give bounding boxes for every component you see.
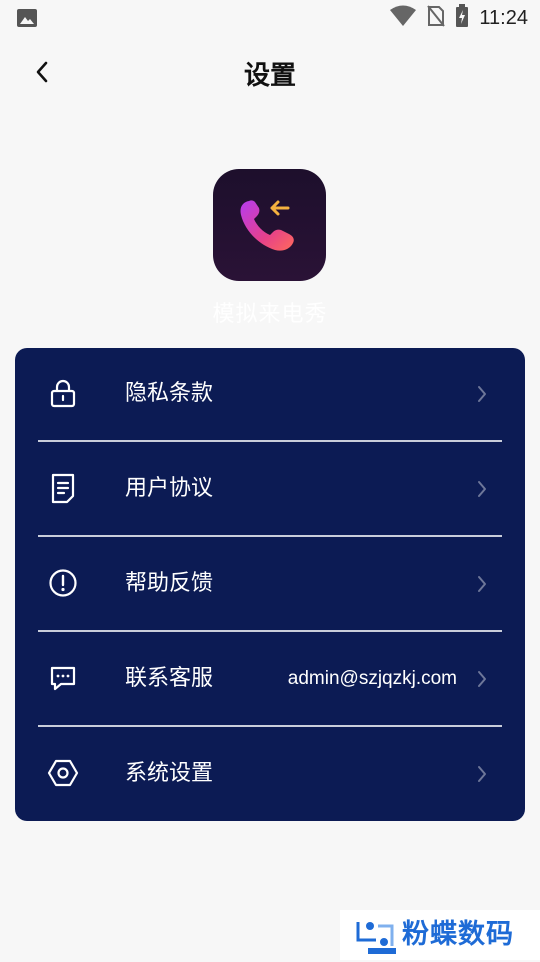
- chevron-right-icon: [475, 384, 489, 404]
- chevron-right-icon: [475, 669, 489, 689]
- chevron-right-icon: [475, 479, 489, 499]
- app-logo: [213, 169, 326, 281]
- divider: [38, 440, 502, 442]
- page-title: 设置: [243, 61, 296, 91]
- menu-item-label: 联系客服: [125, 666, 214, 691]
- settings-menu: 隐私条款 用户协议 帮助反馈 联系客服 admin@szjqzkj.com 系统…: [15, 348, 525, 821]
- divider: [38, 725, 502, 727]
- support-email: admin@szjqzkj.com: [287, 668, 457, 689]
- hexagon-settings-icon: [47, 757, 79, 789]
- exclamation-circle-icon: [47, 567, 79, 599]
- chat-bubble-icon: [47, 662, 79, 694]
- lock-icon: [47, 377, 79, 409]
- wifi-icon: [389, 5, 417, 31]
- document-icon: [47, 472, 79, 504]
- menu-item-help-feedback[interactable]: 帮助反馈: [15, 538, 525, 632]
- battery-charging-icon: [455, 4, 469, 32]
- menu-item-label: 系统设置: [125, 761, 214, 786]
- menu-item-label: 帮助反馈: [125, 571, 214, 596]
- status-bar: 11:24: [0, 0, 540, 36]
- menu-item-system-settings[interactable]: 系统设置: [15, 728, 525, 822]
- chevron-right-icon: [475, 764, 489, 784]
- chevron-right-icon: [475, 574, 489, 594]
- menu-item-label: 用户协议: [125, 476, 214, 501]
- menu-item-label: 隐私条款: [125, 381, 214, 406]
- no-sim-icon: [427, 5, 446, 31]
- watermark-text: 粉蝶数码: [402, 919, 514, 950]
- image-icon: [16, 8, 38, 28]
- menu-item-user-agreement[interactable]: 用户协议: [15, 443, 525, 537]
- divider: [38, 535, 502, 537]
- app-name: 模拟来电秀: [212, 302, 328, 327]
- status-time: 11:24: [479, 7, 528, 29]
- status-icons: 11:24: [389, 4, 528, 32]
- divider: [38, 630, 502, 632]
- watermark: 粉蝶数码: [340, 910, 540, 960]
- menu-item-privacy-policy[interactable]: 隐私条款: [15, 348, 525, 442]
- menu-item-contact-support[interactable]: 联系客服 admin@szjqzkj.com: [15, 633, 525, 727]
- header: 设置: [0, 44, 540, 108]
